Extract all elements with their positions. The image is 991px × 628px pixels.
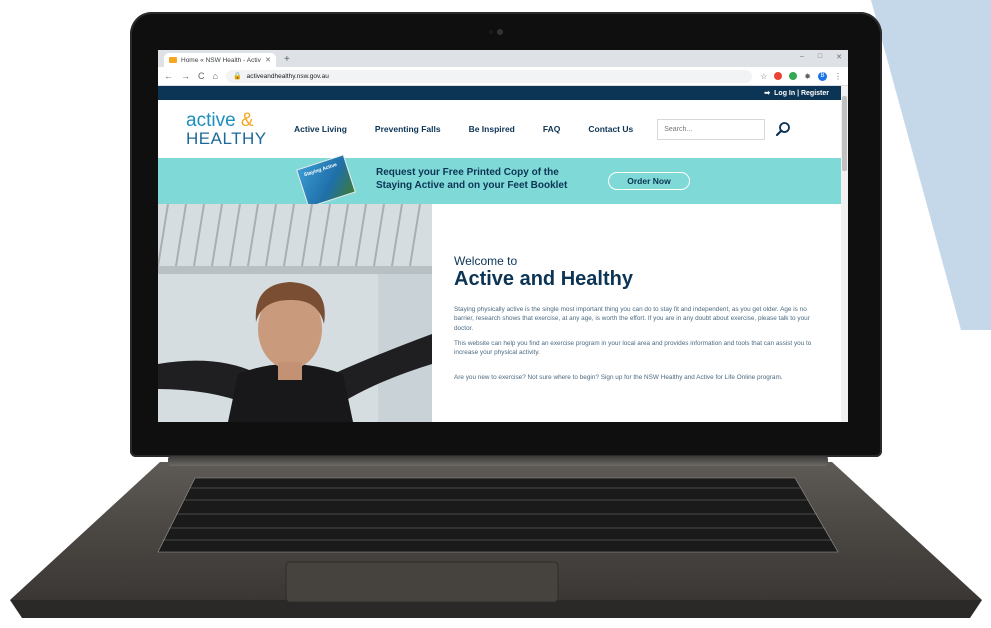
banner-text: Request your Free Printed Copy of the St… <box>376 166 596 192</box>
booklet-banner: Staying Active Request your Free Printed… <box>158 154 841 208</box>
booklet-cover-image: Staying Active <box>296 154 356 208</box>
address-bar-row: ← → C ⌂ 🔒 activeandhealthy.nsw.gov.au ☆ … <box>158 67 848 86</box>
welcome-subheading: Welcome to <box>454 254 518 268</box>
website-paragraph: This website can help you find an exerci… <box>454 339 812 357</box>
laptop-hinge <box>168 456 828 466</box>
booklet-cover-label: Staying Active <box>303 162 338 179</box>
minimize-button[interactable]: – <box>800 53 804 61</box>
page-scrollbar[interactable] <box>841 86 848 422</box>
sign-in-icon: ➡ <box>764 90 771 97</box>
keyboard <box>157 477 839 553</box>
welcome-content: Welcome to Active and Healthy Staying ph… <box>432 204 841 422</box>
menu-kebab-icon[interactable]: ⋮ <box>834 72 842 81</box>
banner-line-1: Request your Free Printed Copy of the <box>376 167 559 178</box>
page-title: Active and Healthy <box>454 268 633 290</box>
logo-ampersand: & <box>240 110 254 131</box>
new-tab-button[interactable]: + <box>284 54 290 65</box>
search-icon[interactable] <box>773 119 793 139</box>
order-now-button[interactable]: Order Now <box>608 172 690 190</box>
banner-line-2: Staying Active and on your Feet Booklet <box>376 180 568 191</box>
url-text: activeandhealthy.nsw.gov.au <box>246 72 329 80</box>
lock-icon: 🔒 <box>232 73 242 80</box>
tab-bar: Home « NSW Health - Active an ✕ + – □ ✕ <box>158 50 848 67</box>
hero-photo-woman-stretching <box>158 204 432 422</box>
reload-button[interactable]: C <box>198 71 205 81</box>
trackpad <box>285 561 559 603</box>
puzzle-icon[interactable]: ✸ <box>804 72 811 81</box>
page-viewport: ➡ Log In | Register active & HEALTHY Act… <box>158 86 841 422</box>
tab-home[interactable]: Home « NSW Health - Active an ✕ <box>164 53 276 67</box>
nav-preventing-falls[interactable]: Preventing Falls <box>375 124 441 134</box>
favicon-icon <box>169 57 177 63</box>
extension-icon[interactable] <box>774 72 783 80</box>
maximize-button[interactable]: □ <box>818 53 822 61</box>
nav-active-living[interactable]: Active Living <box>294 124 347 134</box>
program-paragraph: Are you new to exercise? Not sure where … <box>454 374 783 382</box>
nav-be-inspired[interactable]: Be Inspired <box>469 124 515 134</box>
utility-bar: ➡ Log In | Register <box>158 86 841 100</box>
site-header: active & HEALTHY Active Living Preventin… <box>158 100 841 158</box>
profile-avatar[interactable]: B <box>818 71 827 81</box>
browser-window: Home « NSW Health - Active an ✕ + – □ ✕ … <box>158 50 848 422</box>
tab-title: Home « NSW Health - Active an <box>181 56 261 64</box>
tab-close-icon[interactable]: ✕ <box>265 56 271 64</box>
search-input[interactable]: Search... <box>657 118 766 140</box>
intro-paragraph: Staying physically active is the single … <box>454 306 810 332</box>
url-field[interactable]: 🔒 activeandhealthy.nsw.gov.au <box>225 69 753 83</box>
laptop-scene: Home « NSW Health - Active an ✕ + – □ ✕ … <box>0 0 991 628</box>
scrollbar-thumb[interactable] <box>842 96 847 171</box>
forward-button[interactable]: → <box>181 71 190 81</box>
site-logo[interactable]: active & HEALTHY <box>186 111 278 147</box>
home-button[interactable]: ⌂ <box>213 71 218 81</box>
extensions-area: ☆ ✸ B ⋮ <box>760 71 842 81</box>
close-window-button[interactable]: ✕ <box>836 53 842 61</box>
extension-icon[interactable] <box>789 72 798 80</box>
main-nav: Active Living Preventing Falls Be Inspir… <box>294 124 633 134</box>
login-register-link[interactable]: Log In | Register <box>774 90 829 97</box>
logo-word-active: active <box>186 110 236 131</box>
window-controls: – □ ✕ <box>800 53 842 61</box>
nav-contact-us[interactable]: Contact Us <box>588 124 633 134</box>
hero-section: Welcome to Active and Healthy Staying ph… <box>158 204 841 422</box>
bookmark-star-icon[interactable]: ☆ <box>760 72 767 81</box>
back-button[interactable]: ← <box>164 71 173 81</box>
nav-faq[interactable]: FAQ <box>543 124 560 134</box>
webcam <box>497 29 503 35</box>
logo-word-healthy: HEALTHY <box>186 129 267 148</box>
